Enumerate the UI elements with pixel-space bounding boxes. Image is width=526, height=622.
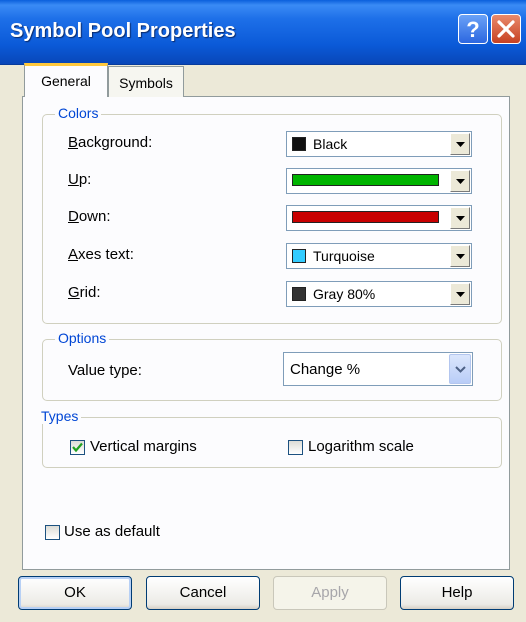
logarithm-scale-label[interactable]: Logarithm scale <box>308 438 414 455</box>
down-color-swatch <box>292 211 439 223</box>
chevron-down-icon[interactable] <box>450 207 470 229</box>
axes-text-label: Axes text: <box>68 246 134 263</box>
apply-button[interactable]: Apply <box>273 576 387 610</box>
grid-color-value: Gray 80% <box>313 286 376 302</box>
vertical-margins-label[interactable]: Vertical margins <box>90 438 197 455</box>
types-group-title: Types <box>38 408 82 424</box>
value-type-dropdown[interactable]: Change % <box>283 352 473 386</box>
up-label: Up: <box>68 171 92 188</box>
tab-symbols[interactable]: Symbols <box>108 66 184 97</box>
ok-button[interactable]: OK <box>18 576 132 610</box>
options-group-title: Options <box>55 330 110 346</box>
use-as-default-label[interactable]: Use as default <box>64 523 160 540</box>
chevron-down-icon[interactable] <box>450 245 470 267</box>
background-color-swatch <box>292 137 306 151</box>
axes-text-color-swatch <box>292 249 306 263</box>
checkmark-icon <box>72 442 83 453</box>
grid-label: Grid: <box>68 284 101 301</box>
help-button[interactable]: Help <box>400 576 514 610</box>
colors-group-title: Colors <box>55 105 102 121</box>
grid-color-swatch <box>292 287 306 301</box>
use-as-default-checkbox[interactable] <box>45 525 60 540</box>
tab-symbols-label: Symbols <box>119 75 173 91</box>
background-color-dropdown[interactable]: Black <box>286 131 472 157</box>
axes-text-color-dropdown[interactable]: Turquoise <box>286 243 472 269</box>
chevron-down-icon[interactable] <box>450 170 470 192</box>
background-color-value: Black <box>313 136 348 152</box>
tab-general[interactable]: General <box>24 63 108 97</box>
chevron-down-icon[interactable] <box>450 283 470 305</box>
close-x-icon[interactable] <box>491 14 521 44</box>
logarithm-scale-checkbox[interactable] <box>288 440 303 455</box>
up-color-dropdown[interactable] <box>286 168 472 194</box>
down-label: Down: <box>68 208 111 225</box>
help-question-icon[interactable]: ? <box>458 14 488 44</box>
value-type-selected: Change % <box>290 361 361 378</box>
vertical-margins-checkbox[interactable] <box>70 440 85 455</box>
tab-general-label: General <box>41 73 91 89</box>
chevron-down-icon[interactable] <box>449 354 471 384</box>
svg-text:?: ? <box>466 17 479 42</box>
background-label: Background: <box>68 134 153 151</box>
down-color-dropdown[interactable] <box>286 205 472 231</box>
cancel-button[interactable]: Cancel <box>146 576 260 610</box>
up-color-swatch <box>292 174 439 186</box>
chevron-down-icon[interactable] <box>450 133 470 155</box>
grid-color-dropdown[interactable]: Gray 80% <box>286 281 472 307</box>
axes-text-color-value: Turquoise <box>313 248 375 264</box>
dialog-window: Symbol Pool Properties ? General Symbols… <box>0 0 526 622</box>
window-title: Symbol Pool Properties <box>10 20 236 42</box>
value-type-label: Value type: <box>68 362 142 379</box>
title-bar[interactable]: Symbol Pool Properties ? <box>0 0 526 65</box>
